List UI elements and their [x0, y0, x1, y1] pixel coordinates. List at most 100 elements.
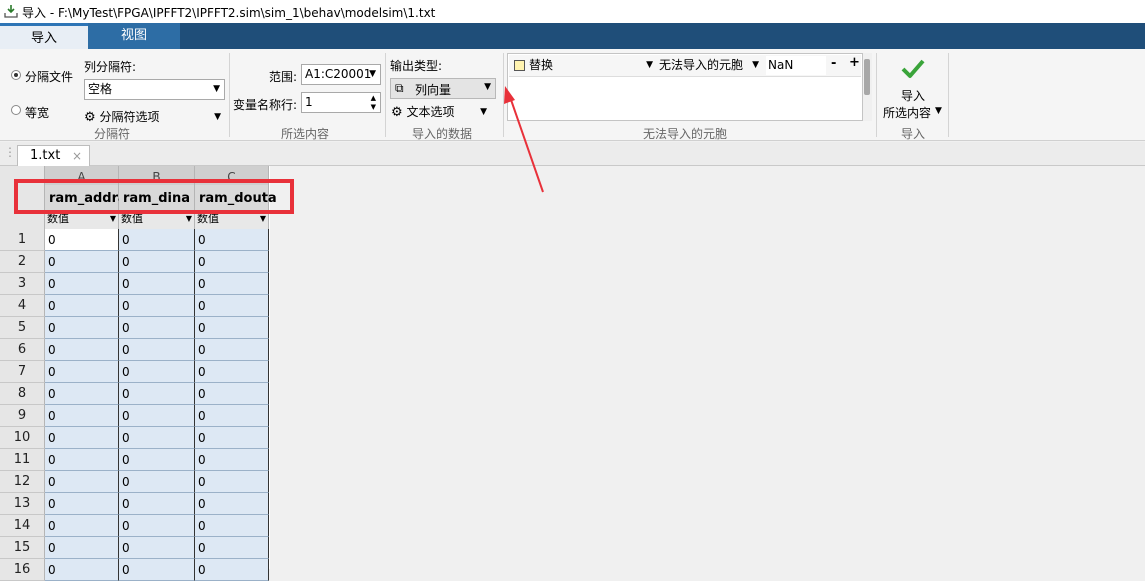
- tab-grip-icon: ⋮: [4, 145, 16, 159]
- table-cell[interactable]: 0: [119, 273, 195, 295]
- row-number[interactable]: 10: [0, 427, 45, 449]
- table-cell[interactable]: 0: [195, 361, 269, 383]
- column-type-select[interactable]: 数值 ▼: [45, 212, 119, 229]
- table-cell[interactable]: 0: [45, 361, 119, 383]
- table-cell[interactable]: 0: [45, 405, 119, 427]
- tab-view[interactable]: 视图: [88, 23, 180, 49]
- table-cell[interactable]: 0: [119, 251, 195, 273]
- text-options-button[interactable]: ⚙ 文本选项 ▼: [391, 102, 491, 122]
- table-cell[interactable]: 0: [195, 295, 269, 317]
- table-cell[interactable]: 0: [195, 449, 269, 471]
- rule-value: NaN: [768, 58, 794, 72]
- table-cell[interactable]: 0: [45, 449, 119, 471]
- table-cell[interactable]: 0: [195, 383, 269, 405]
- unimportable-rules-list: 替换 ▼ 无法导入的元胞 ▼ NaN - +: [507, 53, 863, 121]
- rule-action-value: 替换: [529, 58, 554, 72]
- table-cell[interactable]: 0: [45, 339, 119, 361]
- close-icon[interactable]: ×: [72, 146, 82, 166]
- add-rule-button[interactable]: +: [849, 55, 860, 70]
- title-bar: 导入 - F:\MyTest\FPGA\IPFFT2\IPFFT2.sim\si…: [0, 0, 1145, 23]
- table-cell[interactable]: 0: [195, 471, 269, 493]
- file-tab[interactable]: 1.txt ×: [17, 145, 90, 167]
- table-cell[interactable]: 0: [45, 537, 119, 559]
- table-cell[interactable]: 0: [195, 339, 269, 361]
- group-label-delimiter: 分隔符: [93, 127, 130, 141]
- table-cell[interactable]: 0: [119, 537, 195, 559]
- row-number[interactable]: 4: [0, 295, 45, 317]
- table-cell[interactable]: 0: [195, 493, 269, 515]
- rule-value-field[interactable]: NaN: [766, 56, 826, 75]
- table-cell[interactable]: 0: [119, 383, 195, 405]
- delimiter-options-label: 分隔符选项: [99, 110, 160, 124]
- table-cell[interactable]: 0: [45, 515, 119, 537]
- rule-action-select[interactable]: 替换 ▼: [529, 56, 657, 75]
- table-cell[interactable]: 0: [195, 515, 269, 537]
- table-cell[interactable]: 0: [45, 295, 119, 317]
- chevron-down-icon: ▼: [259, 214, 266, 223]
- table-cell[interactable]: 0: [119, 361, 195, 383]
- row-number[interactable]: 14: [0, 515, 45, 537]
- row-number[interactable]: 2: [0, 251, 45, 273]
- table-cell[interactable]: 0: [45, 559, 119, 581]
- radio-delimited[interactable]: [11, 70, 21, 80]
- spinner-arrows-icon: ▲ ▼: [370, 94, 376, 111]
- row-number[interactable]: 16: [0, 559, 45, 581]
- table-cell[interactable]: 0: [195, 405, 269, 427]
- row-number[interactable]: 12: [0, 471, 45, 493]
- table-cell[interactable]: 0: [195, 559, 269, 581]
- table-cell[interactable]: 0: [119, 405, 195, 427]
- remove-rule-button[interactable]: -: [831, 56, 836, 71]
- table-cell[interactable]: 0: [195, 251, 269, 273]
- radio-delimited-label: 分隔文件: [25, 70, 74, 84]
- output-type-value: 列向量: [415, 83, 452, 97]
- table-cell[interactable]: 0: [119, 295, 195, 317]
- table-cell[interactable]: 0: [119, 559, 195, 581]
- table-cell[interactable]: 0: [119, 449, 195, 471]
- table-cell[interactable]: 0: [45, 251, 119, 273]
- row-number[interactable]: 9: [0, 405, 45, 427]
- table-cell[interactable]: 0: [119, 229, 195, 251]
- table-cell[interactable]: 0: [45, 273, 119, 295]
- row-number[interactable]: 13: [0, 493, 45, 515]
- row-number[interactable]: 5: [0, 317, 45, 339]
- table-cell[interactable]: 0: [195, 273, 269, 295]
- tab-import[interactable]: 导入: [0, 23, 88, 49]
- varname-row-spinner[interactable]: 1 ▲ ▼: [301, 92, 381, 113]
- table-cell[interactable]: 0: [45, 427, 119, 449]
- row-number[interactable]: 1: [0, 229, 45, 251]
- scrollbar-thumb[interactable]: [864, 59, 870, 95]
- table-cell[interactable]: 0: [119, 471, 195, 493]
- table-cell[interactable]: 0: [45, 383, 119, 405]
- table-cell[interactable]: 0: [119, 493, 195, 515]
- table-cell[interactable]: 0: [119, 339, 195, 361]
- table-cell[interactable]: 0: [195, 537, 269, 559]
- column-delimiter-select[interactable]: 空格 ▼: [84, 79, 225, 100]
- row-number[interactable]: 7: [0, 361, 45, 383]
- table-cell[interactable]: 0: [45, 471, 119, 493]
- table-cell[interactable]: 0: [119, 515, 195, 537]
- import-selection-button[interactable]: 导入 所选内容 ▼: [880, 55, 946, 121]
- table-cell[interactable]: 0: [45, 317, 119, 339]
- import-download-icon: [4, 5, 18, 18]
- table-cell[interactable]: 0: [45, 493, 119, 515]
- row-number[interactable]: 11: [0, 449, 45, 471]
- delimiter-options-button[interactable]: ⚙ 分隔符选项 ▼: [84, 107, 225, 127]
- table-cell[interactable]: 0: [195, 427, 269, 449]
- rule-condition-select[interactable]: 无法导入的元胞 ▼: [659, 56, 763, 75]
- range-value: A1:C20001: [305, 67, 372, 81]
- table-cell[interactable]: 0: [195, 229, 269, 251]
- row-number[interactable]: 3: [0, 273, 45, 295]
- row-number[interactable]: 6: [0, 339, 45, 361]
- column-type-select[interactable]: 数值 ▼: [119, 212, 195, 229]
- column-type-select[interactable]: 数值 ▼: [195, 212, 269, 229]
- row-number[interactable]: 8: [0, 383, 45, 405]
- range-select[interactable]: A1:C20001 ▼: [301, 64, 381, 85]
- output-type-select[interactable]: ⧉ 列向量 ▼: [390, 78, 496, 99]
- table-cell[interactable]: 0: [45, 229, 119, 251]
- table-cell[interactable]: 0: [119, 427, 195, 449]
- table-cell[interactable]: 0: [119, 317, 195, 339]
- rules-scrollbar[interactable]: [863, 53, 872, 121]
- table-cell[interactable]: 0: [195, 317, 269, 339]
- row-number[interactable]: 15: [0, 537, 45, 559]
- radio-fixed-width[interactable]: [11, 105, 21, 115]
